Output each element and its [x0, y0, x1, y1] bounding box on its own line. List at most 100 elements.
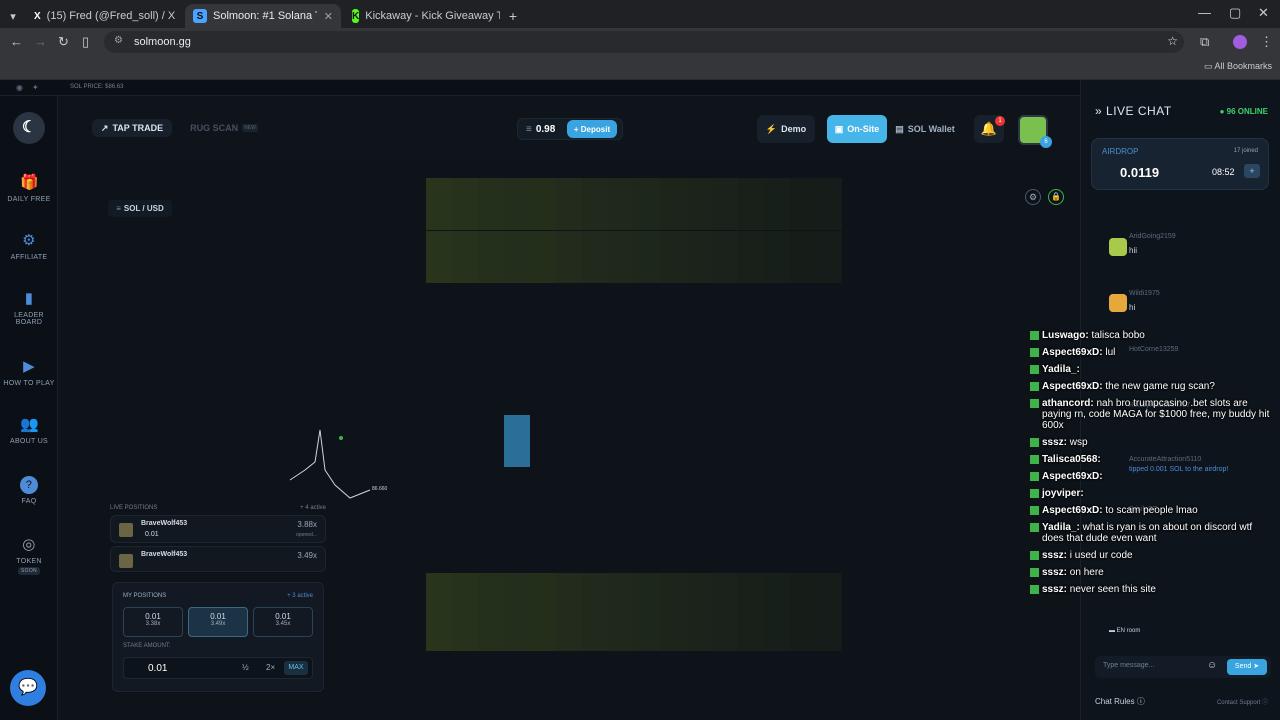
grid-cell[interactable]: [686, 256, 712, 283]
grid-cell[interactable]: [426, 467, 452, 493]
grid-cell[interactable]: [816, 362, 842, 388]
grid-cell[interactable]: [816, 230, 842, 257]
grid-cell[interactable]: [530, 283, 556, 309]
grid-cell[interactable]: [816, 546, 842, 572]
grid-cell[interactable]: [478, 494, 504, 520]
grid-cell[interactable]: [556, 415, 582, 441]
grid-cell[interactable]: [426, 388, 452, 414]
grid-cell[interactable]: [790, 310, 816, 336]
grid-cell[interactable]: [582, 572, 608, 599]
grid-cell[interactable]: [686, 204, 712, 231]
grid-cell[interactable]: [660, 494, 686, 520]
grid-cell[interactable]: [712, 415, 738, 441]
grid-cell[interactable]: [686, 178, 712, 204]
grid-cell[interactable]: [452, 625, 478, 652]
url-input[interactable]: ⚙ solmoon.gg ☆: [104, 31, 1184, 53]
grid-cell[interactable]: [608, 546, 634, 572]
grid-cell[interactable]: [712, 336, 738, 362]
grid-cell[interactable]: [660, 178, 686, 204]
grid-cell[interactable]: [634, 572, 660, 599]
grid-cell[interactable]: [764, 467, 790, 493]
grid-cell[interactable]: [686, 415, 712, 441]
grid-cell[interactable]: [634, 598, 660, 625]
menu-icon[interactable]: ⋮: [1260, 34, 1273, 50]
collapse-icon[interactable]: »: [1095, 104, 1102, 118]
grid-cell[interactable]: [504, 598, 530, 625]
grid-cell[interactable]: [660, 336, 686, 362]
grid-cell[interactable]: [738, 572, 764, 599]
grid-cell[interactable]: [686, 230, 712, 257]
grid-cell[interactable]: [530, 598, 556, 625]
lock-icon[interactable]: 🔒: [1048, 189, 1064, 205]
grid-cell[interactable]: [712, 598, 738, 625]
grid-cell[interactable]: [530, 388, 556, 414]
grid-cell[interactable]: [452, 283, 478, 309]
grid-cell[interactable]: [504, 414, 530, 441]
grid-cell[interactable]: [556, 494, 582, 520]
grid-cell[interactable]: [712, 256, 738, 283]
nav-how-to-play[interactable]: ▶ HOW TO PLAY: [0, 358, 58, 387]
grid-cell[interactable]: [452, 598, 478, 625]
my-position-card[interactable]: 0.01 3.49x: [188, 607, 248, 637]
bookmark-star-icon[interactable]: ☆: [1167, 34, 1178, 48]
grid-cell[interactable]: [816, 467, 842, 493]
grid-cell[interactable]: [660, 415, 686, 441]
grid-cell[interactable]: [790, 494, 816, 520]
grid-cell[interactable]: [738, 256, 764, 283]
grid-cell[interactable]: [582, 441, 608, 467]
grid-cell[interactable]: [634, 336, 660, 362]
grid-cell[interactable]: [634, 283, 660, 309]
grid-cell[interactable]: [764, 362, 790, 388]
grid-cell[interactable]: [686, 546, 712, 572]
grid-cell[interactable]: [790, 441, 816, 467]
site-info-icon[interactable]: ⚙: [114, 35, 123, 46]
grid-cell[interactable]: [426, 441, 452, 467]
grid-cell[interactable]: [790, 178, 816, 204]
grid-cell[interactable]: [790, 467, 816, 493]
grid-cell[interactable]: [426, 494, 452, 520]
grid-cell[interactable]: [764, 178, 790, 204]
grid-cell[interactable]: [608, 230, 634, 257]
grid-cell[interactable]: [556, 230, 582, 257]
grid-cell[interactable]: [478, 178, 504, 204]
tab-search-button[interactable]: ▾: [4, 4, 22, 28]
grid-cell[interactable]: [712, 388, 738, 414]
grid-cell[interactable]: [738, 362, 764, 388]
grid-cell[interactable]: [608, 467, 634, 493]
grid-cell[interactable]: [530, 230, 556, 257]
grid-cell[interactable]: [504, 256, 530, 283]
grid-cell[interactable]: [582, 336, 608, 362]
grid-cell[interactable]: [530, 546, 556, 572]
grid-cell[interactable]: [530, 415, 556, 441]
grid-cell[interactable]: [738, 230, 764, 257]
grid-cell[interactable]: [608, 441, 634, 467]
grid-cell[interactable]: [452, 441, 478, 467]
grid-cell[interactable]: [478, 572, 504, 599]
grid-cell[interactable]: [816, 283, 842, 309]
grid-cell[interactable]: [634, 467, 660, 493]
grid-cell[interactable]: [660, 467, 686, 493]
grid-cell[interactable]: [816, 204, 842, 231]
minimize-icon[interactable]: —: [1198, 5, 1211, 20]
emoji-icon[interactable]: ☺: [1207, 660, 1217, 671]
grid-cell[interactable]: [712, 230, 738, 257]
grid-cell[interactable]: [452, 494, 478, 520]
grid-cell[interactable]: [712, 467, 738, 493]
grid-cell[interactable]: [660, 362, 686, 388]
grid-cell[interactable]: [738, 598, 764, 625]
sol-wallet-button[interactable]: ▤ SOL Wallet: [890, 115, 960, 143]
chat-input[interactable]: Type message... ☺ Send ➤: [1095, 656, 1271, 678]
grid-cell[interactable]: [764, 520, 790, 546]
grid-cell[interactable]: [426, 415, 452, 441]
demo-button[interactable]: ⚡ Demo: [757, 115, 815, 143]
grid-cell[interactable]: [556, 204, 582, 231]
grid-cell[interactable]: [790, 362, 816, 388]
grid-cell[interactable]: [556, 178, 582, 204]
grid-cell[interactable]: [764, 598, 790, 625]
tab-x[interactable]: X (15) Fred (@Fred_soll) / X ✕: [26, 4, 182, 28]
grid-cell[interactable]: [582, 598, 608, 625]
grid-cell[interactable]: [426, 598, 452, 625]
grid-cell[interactable]: [530, 625, 556, 652]
grid-cell[interactable]: [764, 546, 790, 572]
grid-cell[interactable]: [816, 494, 842, 520]
